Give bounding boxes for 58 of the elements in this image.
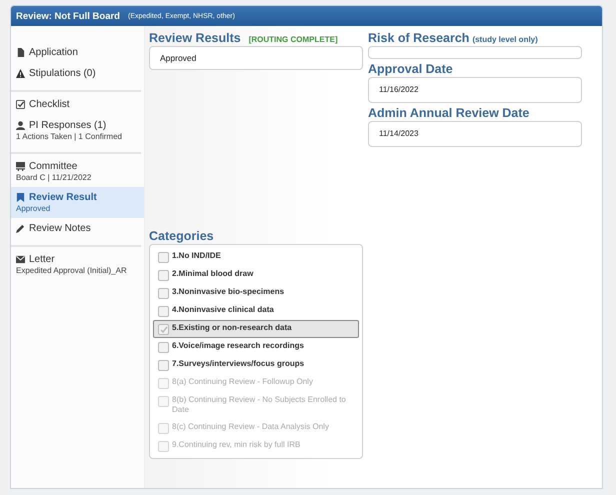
sidebar-item[interactable]: PI Responses (1) 1 Actions Taken | 1 Confirmed (11, 115, 144, 146)
section-heading: Approval Date (368, 62, 453, 76)
checkbox[interactable] (158, 252, 169, 263)
item-label: Stipulations (0) (29, 68, 96, 79)
sidebar-item[interactable]: Checklist (11, 94, 144, 115)
item-label: Review Notes (29, 223, 91, 234)
item-subtitle: Expedited Approval (Initial)_AR (16, 266, 128, 275)
window-title: Review: Not Full Board (16, 10, 120, 22)
checkbox[interactable] (158, 288, 169, 299)
heading-note: (study level only) (472, 35, 538, 44)
checkbox-label: 7.Surveys/interviews/focus groups (172, 359, 304, 370)
date-field[interactable]: 11/14/2023 (368, 121, 582, 147)
item-subtitle: Approved (16, 204, 52, 213)
checkbox-label: 8(a) Continuing Review - Followup Only (172, 377, 313, 388)
sidebar-item[interactable]: Review Result Approved (11, 187, 144, 218)
checkbox[interactable] (158, 306, 169, 317)
item-label: Letter (29, 254, 55, 265)
status-label: [ROUTING COMPLETE] (248, 35, 338, 44)
item-label: Checklist (29, 99, 70, 110)
checkbox-label: 4.Noninvasive clinical data (172, 305, 274, 316)
checkbox[interactable] (158, 324, 169, 335)
sidebar-item[interactable]: Stipulations (0) (11, 63, 144, 84)
checkbox[interactable] (158, 270, 169, 281)
checkbox[interactable] (158, 360, 169, 371)
pencil-icon (16, 224, 25, 233)
item-label: Committee (29, 161, 78, 172)
monitor-icon (16, 162, 25, 171)
checkbox-label: 2.Minimal blood draw (172, 269, 254, 280)
checkbox-label: 1.No IND/IDE (172, 251, 221, 262)
envelope-icon (16, 255, 25, 264)
item-label: Review Result (29, 192, 97, 203)
warning-icon (16, 69, 25, 78)
document-icon (16, 48, 25, 57)
sidebar-item[interactable]: Committee Board C | 11/21/2022 (11, 156, 144, 187)
checkbox-label: 8(c) Continuing Review - Data Analysis Only (172, 422, 329, 432)
item-subtitle: 1 Actions Taken | 1 Confirmed (16, 132, 123, 141)
person-icon (16, 121, 25, 130)
checkbox-label: 6.Voice/image research recordings (172, 341, 304, 352)
checkbox-label: 9.Continuing rev, min risk by full IRB (172, 440, 300, 450)
checkbox[interactable] (158, 342, 169, 353)
section-heading: Review Results (149, 31, 241, 45)
date-field[interactable]: 11/16/2022 (368, 77, 582, 103)
section-heading: Admin Annual Review Date (368, 106, 530, 120)
bookmark-icon (16, 193, 25, 202)
sidebar-item[interactable]: Application (11, 42, 144, 63)
section-heading: Risk of Research (368, 31, 470, 45)
section-heading: Categories (149, 229, 214, 243)
checkbox-icon (16, 100, 25, 109)
checkbox-label: 5.Existing or non-research data (172, 323, 292, 334)
item-label: PI Responses (1) (29, 120, 106, 131)
review-result-field[interactable]: Approved (149, 46, 363, 70)
item-label: Application (29, 47, 78, 58)
checkbox-label: 3.Noninvasive bio-specimens (172, 287, 284, 298)
sidebar-item[interactable]: Review Notes (11, 218, 144, 239)
item-subtitle: Board C | 11/21/2022 (16, 173, 92, 182)
checkbox-label: 8(b) Continuing Review - No Subjects Enrolled to Date (172, 395, 347, 416)
risk-field[interactable] (368, 46, 582, 59)
sidebar-item[interactable]: Letter Expedited Approval (Initial)_AR (11, 249, 144, 280)
